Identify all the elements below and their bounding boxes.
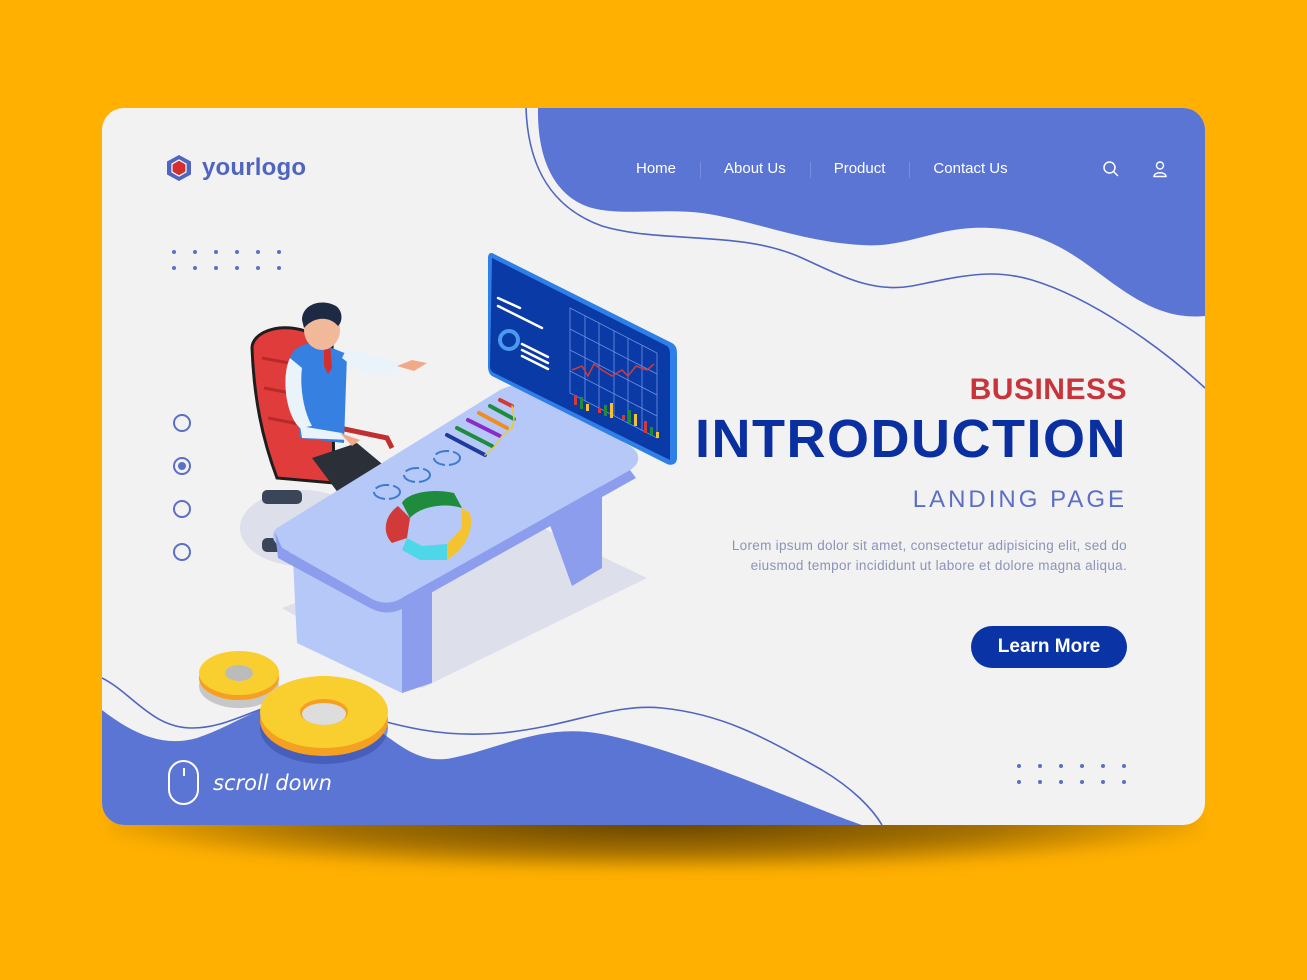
logo[interactable]: yourlogo bbox=[166, 154, 306, 182]
main-nav: Home About Us Product Contact Us bbox=[612, 160, 1032, 178]
pager-dot-3[interactable] bbox=[173, 500, 191, 518]
nav-home[interactable]: Home bbox=[612, 160, 700, 177]
pager-dot-2-active[interactable] bbox=[173, 457, 191, 475]
hero-kicker: BUSINESS bbox=[969, 373, 1127, 406]
nav-product[interactable]: Product bbox=[809, 160, 910, 178]
mouse-icon bbox=[168, 760, 199, 805]
dot-grid-bottom-right bbox=[1017, 764, 1126, 784]
learn-more-button[interactable]: Learn More bbox=[971, 626, 1127, 668]
hero-section: BUSINESS INTRODUCTION LANDING PAGE Lorem… bbox=[695, 373, 1127, 577]
search-icon[interactable] bbox=[1102, 160, 1120, 178]
dot-grid-top-left bbox=[172, 250, 281, 270]
hero-subtitle: LANDING PAGE bbox=[912, 485, 1127, 513]
user-icon[interactable] bbox=[1151, 160, 1169, 178]
scroll-down-indicator[interactable]: scroll down bbox=[168, 760, 332, 805]
nav-about-us[interactable]: About Us bbox=[700, 160, 810, 178]
pager-dot-1[interactable] bbox=[173, 414, 191, 432]
landing-page-card: yourlogo Home About Us Product Contact U… bbox=[102, 108, 1205, 825]
nav-contact-us[interactable]: Contact Us bbox=[909, 160, 1031, 178]
hero-body: Lorem ipsum dolor sit amet, consectetur … bbox=[731, 537, 1127, 574]
hero-title: INTRODUCTION bbox=[695, 409, 1127, 469]
logo-text: yourlogo bbox=[202, 154, 307, 181]
pager-dot-4[interactable] bbox=[173, 543, 191, 561]
hexagon-logo-icon bbox=[167, 155, 191, 181]
scroll-down-label: scroll down bbox=[213, 770, 332, 795]
slide-pager bbox=[173, 414, 191, 561]
